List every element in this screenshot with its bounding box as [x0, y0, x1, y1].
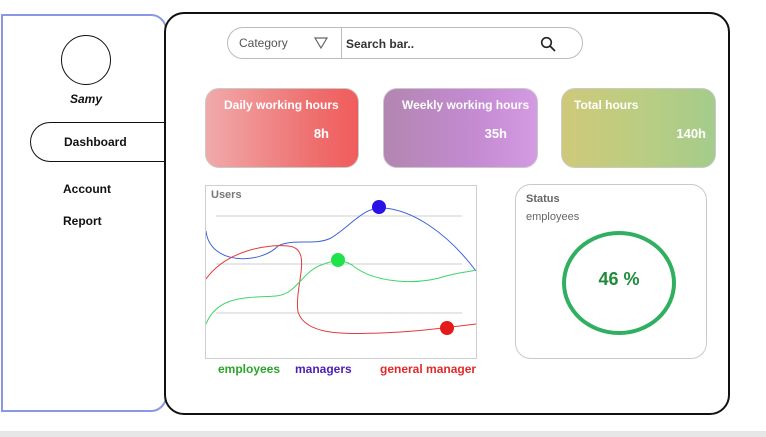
sidebar-item-account[interactable]: Account — [63, 182, 111, 196]
status-percent: 46 % — [598, 269, 640, 289]
sidebar-item-report[interactable]: Report — [63, 214, 102, 228]
stat-value: 140h — [676, 126, 706, 141]
series-line-employees — [206, 260, 477, 325]
status-subtitle: employees — [526, 211, 580, 223]
triangle-down-icon — [313, 36, 329, 54]
stat-card-total[interactable]: Total hours 140h — [561, 88, 716, 168]
stat-title: Total hours — [574, 98, 639, 112]
stat-value: 8h — [313, 126, 329, 141]
stat-card-weekly[interactable]: Weekly working hours 35h — [383, 88, 538, 168]
stat-title: Daily working hours — [224, 98, 339, 112]
sidebar: Samy Dashboard Account Report — [1, 14, 170, 412]
stat-title: Weekly working hours — [402, 98, 530, 112]
legend-managers: managers — [295, 362, 352, 376]
username: Samy — [69, 92, 103, 106]
search-bar: Category — [227, 27, 583, 59]
data-point-general-manager[interactable] — [440, 321, 454, 335]
status-title: Status — [526, 193, 560, 205]
sidebar-item-label: Dashboard — [64, 135, 127, 149]
legend-general-manager: general manager — [380, 362, 477, 376]
search-input[interactable] — [344, 32, 538, 56]
users-chart-canvas — [206, 200, 477, 335]
window-bottom-strip — [0, 431, 766, 437]
search-icon[interactable] — [540, 36, 556, 57]
stat-value: 35h — [484, 126, 507, 141]
category-label: Category — [239, 36, 288, 50]
stat-card-daily[interactable]: Daily working hours 8h — [205, 88, 359, 168]
legend-employees: employees — [218, 362, 281, 376]
status-card: Status employees 46 % — [515, 184, 707, 359]
users-chart: Users — [205, 185, 477, 359]
avatar[interactable] — [61, 35, 111, 85]
data-point-managers[interactable] — [372, 200, 386, 214]
category-dropdown[interactable]: Category — [228, 28, 342, 58]
sidebar-item-dashboard[interactable]: Dashboard — [30, 122, 170, 162]
data-point-employees[interactable] — [331, 253, 345, 267]
